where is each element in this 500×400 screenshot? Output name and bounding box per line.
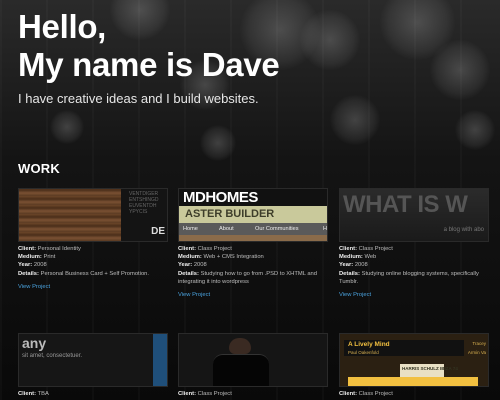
hero-tagline: I have creative ideas and I build websit…	[18, 91, 259, 106]
project-meta: Client: TBA	[18, 391, 49, 397]
project-client: Class Project	[358, 391, 393, 397]
thumbnail-photo-strip	[179, 235, 327, 241]
project-thumbnail[interactable]: MDHOMES ASTER BUILDER Home About Our Com…	[178, 188, 328, 242]
work-section-title: WORK	[18, 161, 60, 176]
thumbnail-right-text: Armin Va	[467, 350, 486, 355]
thumbnail-nav: Home About Our Communities H	[179, 223, 327, 235]
project-card: Client: Class Project	[178, 333, 328, 398]
project-meta: Client: Class Project Medium: Web + CMS …	[178, 246, 317, 285]
thumbnail-text: DE	[151, 226, 165, 237]
thumbnail-pattern: VENTDIGERENTSHINGDEUVENTDHYPYCIS	[129, 191, 159, 215]
project-client: Personal Identity	[37, 246, 81, 252]
bokeh-light	[50, 110, 84, 144]
thumbnail-title: A Lively Mind	[348, 341, 390, 348]
hero-name: My name is Dave	[18, 46, 280, 83]
thumbnail-yellow-bar	[348, 377, 478, 386]
hero-greeting: Hello,	[18, 8, 107, 45]
thumbnail-banner: ASTER BUILDER	[179, 206, 327, 223]
view-project-link[interactable]: View Project	[178, 292, 328, 298]
thumbnail-logo-text: MDHOMES	[179, 189, 327, 206]
project-thumbnail[interactable]: WHAT IS W a blog with abo	[339, 188, 489, 242]
thumbnail-card-text: HARRIS SCHULZ IBIZA 74	[402, 366, 458, 371]
project-card: WHAT IS W a blog with abo Client: Class …	[339, 188, 489, 298]
project-thumbnail[interactable]: VENTDIGERENTSHINGDEUVENTDHYPYCIS DE	[18, 188, 168, 242]
bokeh-light	[330, 95, 380, 145]
project-client: Class Project	[197, 391, 232, 397]
thumbnail-subtext: sit amet, consectetuer.	[22, 353, 83, 359]
view-project-link[interactable]: View Project	[339, 292, 489, 298]
view-project-link[interactable]: View Project	[18, 284, 168, 290]
project-client: TBA	[37, 391, 49, 397]
bokeh-light	[200, 125, 236, 161]
project-client: Class Project	[197, 246, 232, 252]
project-year: 2008	[33, 262, 47, 269]
project-medium: Web	[364, 254, 377, 261]
thumbnail-headline: any	[22, 335, 47, 351]
thumbnail-subtitle: Paul Oakenfold	[348, 350, 379, 355]
project-details: Studying how to go from .PSD to XHTML an…	[178, 270, 317, 285]
thumbnail-subtext: a blog with abo	[443, 227, 484, 233]
project-year: 2008	[354, 262, 368, 269]
project-year: 2008	[193, 262, 207, 269]
bokeh-light	[300, 10, 360, 70]
project-meta: Client: Class Project Medium: Web Year: …	[339, 246, 479, 285]
thumbnail-person-shirt	[213, 354, 269, 386]
project-medium: Web + CMS Integration	[203, 254, 264, 261]
project-medium: Print	[43, 254, 56, 261]
hero-heading: Hello, My name is Dave	[18, 8, 280, 84]
project-card: A Lively Mind Paul Oakenfold Tracey Armi…	[339, 333, 489, 398]
project-details: Studying online blogging systems, specif…	[339, 270, 479, 285]
bokeh-light	[430, 40, 490, 100]
project-card: VENTDIGERENTSHINGDEUVENTDHYPYCIS DE Clie…	[18, 188, 168, 290]
thumbnail-accent	[153, 334, 167, 386]
project-details: Personal Business Card + Self Promotion.	[40, 270, 150, 277]
bokeh-light	[455, 110, 495, 150]
project-card: any sit amet, consectetuer. Client: TBA	[18, 333, 168, 398]
project-card: MDHOMES ASTER BUILDER Home About Our Com…	[178, 188, 328, 298]
thumbnail-person-head	[229, 338, 251, 354]
project-thumbnail[interactable]	[178, 333, 328, 387]
project-meta: Client: Class Project	[178, 391, 232, 397]
hero: Hello, My name is Dave I have creative i…	[18, 8, 280, 106]
project-client: Class Project	[358, 246, 393, 252]
project-meta: Client: Personal Identity Medium: Print …	[18, 246, 150, 277]
thumbnail-right-text: Tracey	[472, 341, 486, 346]
project-thumbnail[interactable]: any sit amet, consectetuer.	[18, 333, 168, 387]
thumbnail-headline: WHAT IS W	[343, 191, 468, 218]
project-thumbnail[interactable]: A Lively Mind Paul Oakenfold Tracey Armi…	[339, 333, 489, 387]
project-meta: Client: Class Project	[339, 391, 393, 397]
